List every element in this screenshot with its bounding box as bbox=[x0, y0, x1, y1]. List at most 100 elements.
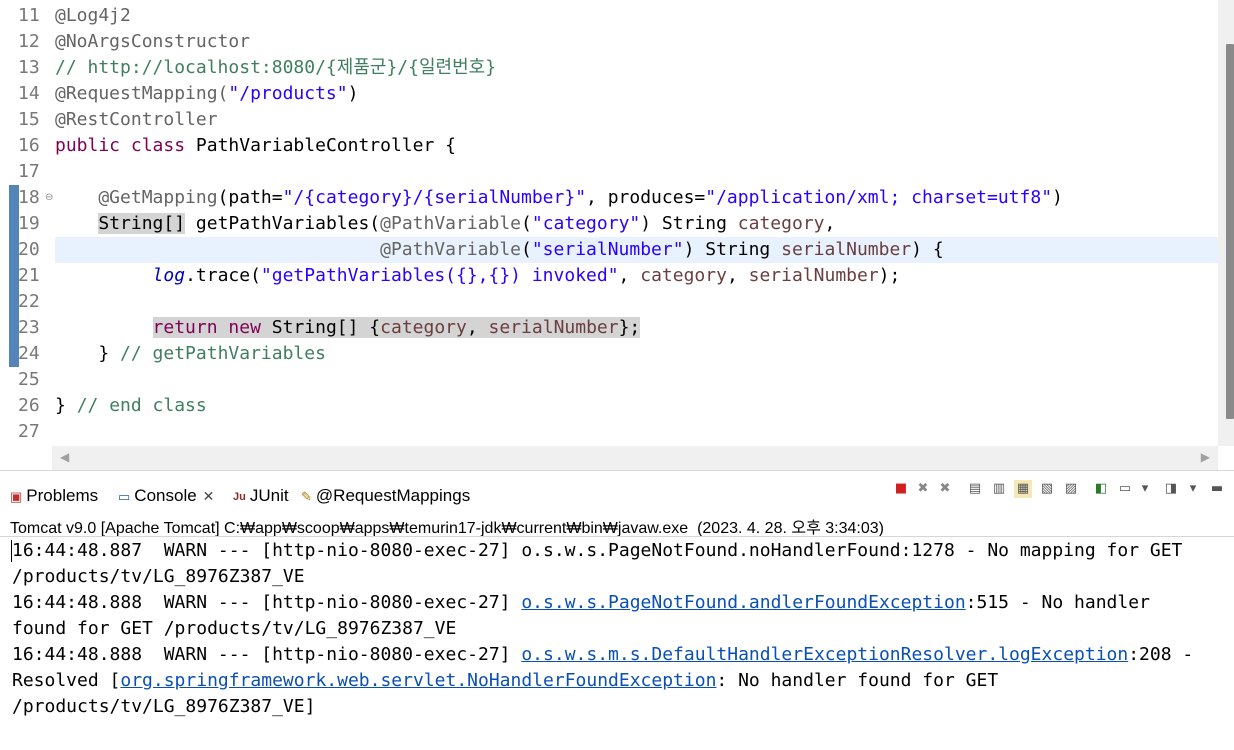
request-mappings-icon: ✎ bbox=[301, 488, 312, 504]
code-line[interactable]: String[] getPathVariables(@PathVariable(… bbox=[55, 211, 835, 237]
scroll-left-icon[interactable]: ◀ bbox=[60, 450, 69, 464]
tab-junit[interactable]: Ju JUnit bbox=[233, 483, 289, 509]
text-caret bbox=[11, 540, 12, 562]
close-icon[interactable]: ✕ bbox=[203, 488, 215, 504]
code-token: String[] { bbox=[260, 317, 381, 338]
code-token: } bbox=[55, 395, 77, 416]
code-line[interactable]: } // end class bbox=[55, 393, 207, 419]
code-line[interactable]: log.trace("getPathVariables({},{}) invok… bbox=[55, 263, 901, 289]
remove-all-icon[interactable]: ✖ bbox=[936, 480, 954, 498]
code-token: new bbox=[228, 317, 261, 338]
fold-collapse-icon[interactable]: ⊖ bbox=[45, 192, 53, 203]
console-line: /products/tv/LG_8976Z387_VE] bbox=[12, 696, 316, 717]
tab-request-mappings-label: @RequestMappings bbox=[315, 486, 471, 505]
code-token: // getPathVariables bbox=[120, 343, 326, 364]
line-number: 20 bbox=[18, 239, 40, 260]
code-token: PathVariableController { bbox=[185, 135, 456, 156]
tab-junit-label: JUnit bbox=[249, 486, 289, 505]
code-token bbox=[217, 317, 229, 338]
code-token: , bbox=[618, 265, 641, 286]
horizontal-scrollbar[interactable]: ◀ ▶ bbox=[52, 446, 1218, 470]
code-token: , bbox=[466, 317, 489, 338]
code-token: "/application/xml; charset=utf8" bbox=[705, 187, 1053, 208]
line-number: 13 bbox=[18, 57, 40, 78]
console-line: 16:44:48.887 WARN --- [http-nio-8080-exe… bbox=[12, 540, 1183, 561]
code-token: serialNumber bbox=[748, 265, 879, 286]
code-token: serialNumber bbox=[488, 317, 619, 338]
chevron-down-icon[interactable]: ▾ bbox=[1136, 480, 1154, 498]
show-on-stderr-icon[interactable]: ▨ bbox=[1062, 480, 1080, 498]
view-menu-icon[interactable]: ▾ bbox=[1184, 480, 1202, 498]
vertical-scroll-thumb[interactable] bbox=[1226, 44, 1234, 419]
console-text: 16:44:48.888 WARN --- [http-nio-8080-exe… bbox=[12, 644, 522, 665]
stacktrace-link[interactable]: o.s.w.s.PageNotFound.andlerFoundExceptio… bbox=[521, 592, 965, 613]
line-number: 18 bbox=[18, 187, 40, 208]
code-token: } bbox=[55, 343, 121, 364]
code-editor[interactable]: 11 12 13 14 15 16 17 18 ⊖ 19 20 21 22 23 24 25 26 27 @Log… bbox=[0, 0, 1234, 446]
code-line[interactable]: public class PathVariableController { bbox=[55, 133, 456, 159]
word-wrap-icon[interactable]: ▦ bbox=[1014, 480, 1032, 498]
scroll-lock-icon[interactable]: ▥ bbox=[990, 480, 1008, 498]
code-token: @RestController bbox=[55, 109, 218, 130]
code-token: ) String bbox=[640, 213, 738, 234]
line-number: 25 bbox=[18, 369, 40, 390]
console-text: 16:44:48.888 WARN --- [http-nio-8080-exe… bbox=[12, 592, 522, 613]
line-number: 19 bbox=[18, 213, 40, 234]
minimize-icon[interactable]: ▬ bbox=[1208, 480, 1226, 498]
tab-request-mappings[interactable]: ✎ @RequestMappings bbox=[301, 483, 470, 509]
code-line[interactable]: @RequestMapping("/products") bbox=[55, 81, 358, 107]
tab-console-label: Console bbox=[134, 486, 197, 505]
tab-problems-label: Problems bbox=[26, 486, 99, 505]
display-console-icon[interactable]: ▭ bbox=[1116, 480, 1134, 498]
code-token: category bbox=[380, 317, 467, 338]
console-line: /products/tv/LG_8976Z387_VE bbox=[12, 566, 305, 587]
stacktrace-link[interactable]: o.s.w.s.m.s.DefaultHandlerExceptionResol… bbox=[521, 644, 1128, 665]
show-on-stdout-icon[interactable]: ▧ bbox=[1038, 480, 1056, 498]
code-token: ( bbox=[521, 239, 532, 260]
line-number-gutter: 11 12 13 14 15 16 17 18 ⊖ 19 20 21 22 23 24 25 26 27 bbox=[0, 0, 53, 446]
code-token: , produces= bbox=[586, 187, 706, 208]
pane-divider[interactable] bbox=[0, 470, 1234, 477]
code-line[interactable]: @GetMapping(path="/{category}/{serialNum… bbox=[55, 185, 1063, 211]
code-token: category bbox=[737, 213, 825, 234]
scroll-right-icon[interactable]: ▶ bbox=[1201, 450, 1210, 464]
exception-link[interactable]: org.springframework.web.servlet.NoHandle… bbox=[120, 670, 716, 691]
open-console-icon[interactable]: ◨ bbox=[1162, 480, 1180, 498]
code-token: , bbox=[726, 265, 749, 286]
code-token: public bbox=[55, 135, 121, 156]
code-token: (path= bbox=[217, 187, 283, 208]
code-line[interactable]: // http://localhost:8080/{제품군}/{일련번호} bbox=[55, 55, 496, 81]
code-token: @RequestMapping( bbox=[55, 83, 229, 104]
code-token: @NoArgsConstructor bbox=[55, 31, 251, 52]
line-number: 17 bbox=[18, 161, 40, 182]
code-line[interactable]: return new String[] {category, serialNum… bbox=[55, 315, 641, 341]
code-line[interactable]: } // getPathVariables bbox=[55, 341, 326, 367]
pin-console-icon[interactable]: ◧ bbox=[1092, 480, 1110, 498]
change-ruler-bar bbox=[9, 185, 19, 367]
problems-icon: ▣ bbox=[10, 488, 23, 504]
code-line[interactable]: @NoArgsConstructor bbox=[55, 29, 250, 55]
console-text: Resolved [ bbox=[12, 670, 121, 691]
code-token: // end class bbox=[76, 395, 207, 416]
clear-console-icon[interactable]: ▤ bbox=[966, 480, 984, 498]
code-token: ) String bbox=[683, 239, 782, 260]
code-line[interactable]: @RestController bbox=[55, 107, 218, 133]
code-line[interactable]: @Log4j2 bbox=[55, 3, 131, 29]
code-token: @PathVariable bbox=[380, 239, 521, 260]
code-line[interactable]: @PathVariable("serialNumber") String ser… bbox=[55, 237, 944, 263]
console-line: Resolved [org.springframework.web.servle… bbox=[12, 668, 998, 694]
line-number: 11 bbox=[18, 5, 40, 26]
terminate-icon[interactable]: ■ bbox=[892, 480, 910, 498]
line-number: 26 bbox=[18, 395, 40, 416]
code-token: @PathVariable bbox=[380, 213, 522, 234]
tab-problems[interactable]: ▣ Problems bbox=[10, 483, 98, 509]
code-token: String[] bbox=[98, 213, 186, 234]
code-token: getPathVariables( bbox=[185, 213, 381, 234]
tab-console[interactable]: ▭ Console ✕ bbox=[118, 483, 214, 509]
remove-launch-icon[interactable]: ✖ bbox=[914, 480, 932, 498]
code-token: "getPathVariables({},{}) invoked" bbox=[260, 265, 619, 286]
